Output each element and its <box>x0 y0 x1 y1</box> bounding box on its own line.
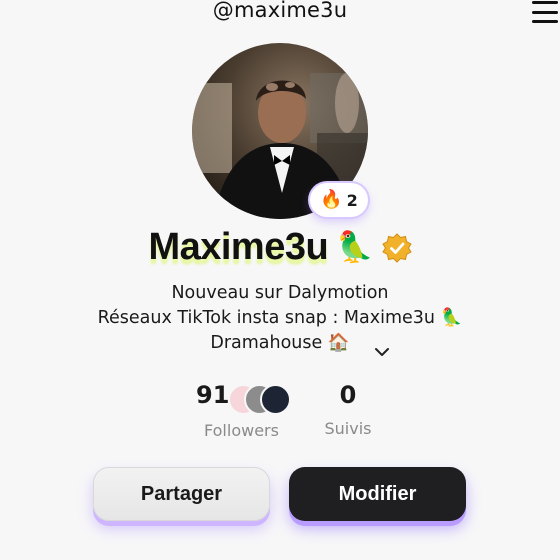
streak-badge[interactable]: 🔥 2 <box>310 183 368 217</box>
flame-icon: 🔥 <box>320 189 343 210</box>
edit-profile-button[interactable]: Modifier <box>289 467 466 521</box>
display-name: Maxime3u <box>148 226 329 268</box>
followers-label: Followers <box>204 421 279 440</box>
streak-count: 2 <box>346 190 358 210</box>
bio-line: Dramahouse 🏠 <box>210 333 350 353</box>
following-stat[interactable]: 0 Suivis <box>318 381 378 438</box>
profile-bio: Nouveau sur Dalymotion Réseaux TikTok in… <box>0 281 560 356</box>
following-count: 0 <box>339 381 357 409</box>
followers-count: 91 <box>196 381 230 409</box>
parrot-emoji: 🦜 <box>336 229 374 265</box>
share-button[interactable]: Partager <box>93 467 270 521</box>
verified-badge-icon <box>381 232 412 263</box>
follower-avatars <box>228 384 291 415</box>
bio-line: Réseaux TikTok insta snap : Maxime3u 🦜 <box>97 308 463 328</box>
following-label: Suivis <box>324 419 372 438</box>
name-row: Maxime3u 🦜 <box>0 226 560 269</box>
top-bar: @maxime3u <box>0 0 560 28</box>
profile-handle: @maxime3u <box>212 0 348 22</box>
chevron-down-icon[interactable] <box>374 346 390 358</box>
bio-line: Nouveau sur Dalymotion <box>171 283 389 303</box>
avatar <box>260 384 291 415</box>
profile-stats: 91 Followers 0 Suivis <box>0 381 560 441</box>
hamburger-menu-icon[interactable] <box>532 0 560 26</box>
